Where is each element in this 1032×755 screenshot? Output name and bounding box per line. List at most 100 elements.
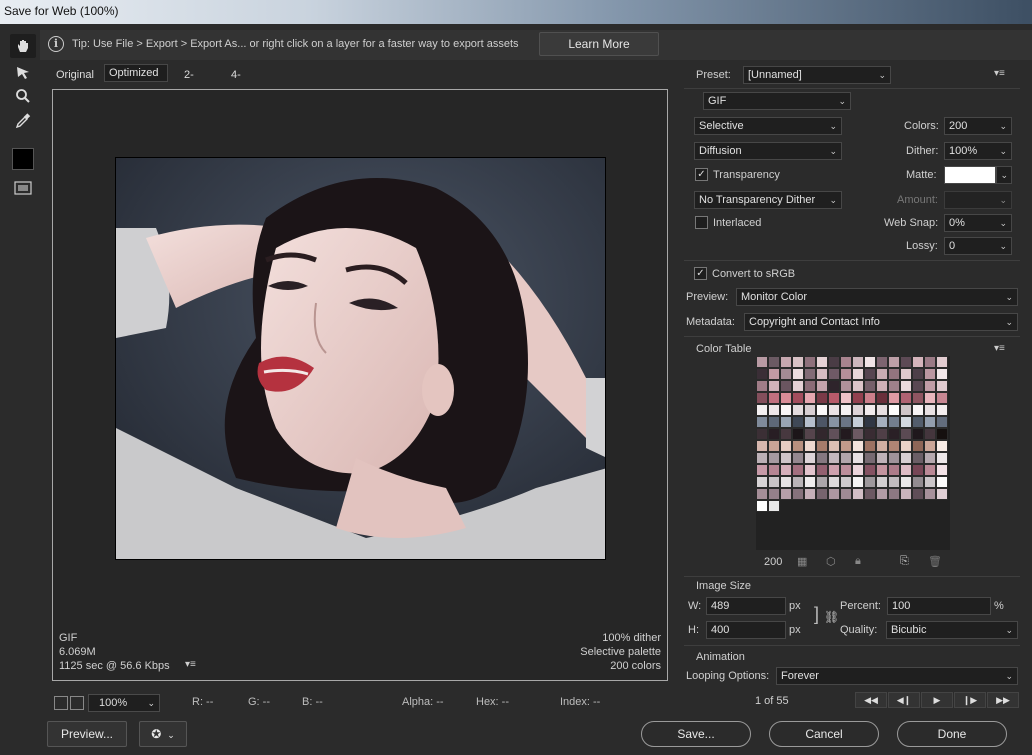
color-swatch[interactable] — [780, 440, 792, 452]
color-swatch[interactable] — [924, 440, 936, 452]
lossy-select[interactable]: 0 ⌄ — [944, 237, 1012, 255]
zoom-level-select[interactable]: 100% ⌄ — [88, 694, 160, 712]
color-swatch[interactable] — [900, 476, 912, 488]
color-swatch[interactable] — [816, 464, 828, 476]
color-swatch[interactable] — [876, 380, 888, 392]
color-swatch[interactable] — [936, 476, 948, 488]
first-frame-icon[interactable]: ◀◀ — [855, 692, 887, 708]
color-swatch[interactable] — [864, 452, 876, 464]
color-swatch[interactable] — [840, 428, 852, 440]
color-swatch[interactable] — [828, 356, 840, 368]
color-swatch[interactable] — [840, 440, 852, 452]
toggle-slices-icon[interactable] — [10, 176, 36, 200]
metadata-select[interactable]: Copyright and Contact Info ⌄ — [744, 313, 1018, 331]
color-swatch[interactable] — [780, 488, 792, 500]
color-swatch[interactable] — [756, 452, 768, 464]
color-swatch[interactable] — [864, 428, 876, 440]
color-swatch[interactable] — [852, 368, 864, 380]
color-swatch[interactable] — [852, 356, 864, 368]
color-swatch[interactable] — [864, 404, 876, 416]
color-swatch[interactable] — [816, 428, 828, 440]
next-frame-icon[interactable]: ❙▶ — [954, 692, 986, 708]
color-swatch[interactable] — [852, 380, 864, 392]
color-swatch[interactable] — [828, 404, 840, 416]
color-reduction-select[interactable]: Selective ⌄ — [694, 117, 842, 135]
color-swatch[interactable] — [888, 368, 900, 380]
color-swatch[interactable] — [864, 368, 876, 380]
color-swatch[interactable] — [756, 380, 768, 392]
color-swatch[interactable] — [792, 428, 804, 440]
colors-select[interactable]: 200 ⌄ — [944, 117, 1012, 135]
color-swatch[interactable] — [768, 392, 780, 404]
color-swatch[interactable] — [888, 440, 900, 452]
color-swatch[interactable] — [924, 464, 936, 476]
color-swatch[interactable] — [780, 368, 792, 380]
zoom-in-icon[interactable] — [70, 696, 84, 710]
color-swatch[interactable] — [756, 488, 768, 500]
color-swatch[interactable] — [780, 404, 792, 416]
dither-amount-select[interactable]: 100% ⌄ — [944, 142, 1012, 160]
color-swatch[interactable] — [768, 440, 780, 452]
map-to-web-icon[interactable]: ▦ — [797, 555, 807, 568]
color-swatch[interactable] — [936, 452, 948, 464]
color-swatch[interactable] — [900, 488, 912, 500]
hand-tool-icon[interactable] — [10, 34, 36, 58]
color-swatch[interactable] — [900, 440, 912, 452]
color-swatch[interactable] — [816, 404, 828, 416]
interlaced-checkbox[interactable] — [695, 216, 708, 229]
color-swatch[interactable] — [912, 452, 924, 464]
color-swatch[interactable] — [888, 428, 900, 440]
color-swatch[interactable] — [804, 464, 816, 476]
matte-color-swatch[interactable] — [944, 166, 996, 184]
save-button[interactable]: Save... — [641, 721, 751, 747]
color-swatch[interactable] — [804, 440, 816, 452]
color-swatch[interactable] — [840, 488, 852, 500]
tab-optimized[interactable]: Optimized — [104, 64, 168, 82]
color-swatch[interactable] — [888, 464, 900, 476]
color-swatch[interactable] — [756, 368, 768, 380]
color-swatch[interactable] — [840, 476, 852, 488]
color-swatch[interactable] — [756, 404, 768, 416]
color-swatch[interactable] — [888, 356, 900, 368]
color-swatch[interactable] — [804, 452, 816, 464]
zoom-out-icon[interactable] — [54, 696, 68, 710]
dither-algorithm-select[interactable]: Diffusion ⌄ — [694, 142, 842, 160]
color-swatch[interactable] — [828, 380, 840, 392]
color-swatch[interactable] — [756, 464, 768, 476]
color-swatch[interactable] — [900, 452, 912, 464]
color-swatch[interactable] — [768, 464, 780, 476]
color-swatch[interactable] — [852, 392, 864, 404]
color-swatch[interactable] — [876, 464, 888, 476]
color-swatch[interactable] — [768, 476, 780, 488]
color-swatch[interactable] — [924, 380, 936, 392]
color-swatch[interactable] — [768, 404, 780, 416]
color-swatch[interactable] — [924, 476, 936, 488]
height-input[interactable]: 400 — [706, 621, 786, 639]
color-swatch[interactable] — [936, 428, 948, 440]
color-swatch[interactable] — [768, 368, 780, 380]
matte-dropdown[interactable]: ⌄ — [996, 166, 1012, 184]
color-swatch[interactable] — [888, 476, 900, 488]
color-swatch[interactable] — [816, 356, 828, 368]
transparency-checkbox[interactable]: ✓ — [695, 168, 708, 181]
color-swatch[interactable] — [840, 368, 852, 380]
color-swatch[interactable] — [924, 416, 936, 428]
color-swatch[interactable] — [792, 416, 804, 428]
color-swatch[interactable] — [780, 416, 792, 428]
color-swatch[interactable] — [900, 368, 912, 380]
color-swatch[interactable] — [888, 392, 900, 404]
color-swatch[interactable] — [852, 404, 864, 416]
color-swatch[interactable] — [792, 464, 804, 476]
color-swatch[interactable] — [768, 452, 780, 464]
color-swatch[interactable] — [828, 416, 840, 428]
color-swatch[interactable] — [888, 416, 900, 428]
color-swatch[interactable] — [864, 476, 876, 488]
color-swatch[interactable] — [840, 392, 852, 404]
color-swatch[interactable] — [912, 380, 924, 392]
new-color-icon[interactable]: ⎘ — [900, 555, 909, 568]
shift-web-palette-icon[interactable]: ⬡ — [826, 555, 836, 568]
color-swatch[interactable] — [864, 380, 876, 392]
looping-select[interactable]: Forever ⌄ — [776, 667, 1018, 685]
color-swatch[interactable] — [840, 404, 852, 416]
color-swatch[interactable] — [936, 404, 948, 416]
